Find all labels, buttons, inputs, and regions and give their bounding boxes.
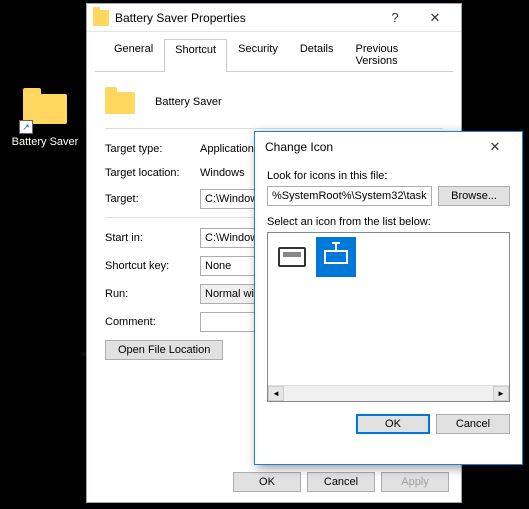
close-button[interactable]: ✕ bbox=[478, 134, 512, 160]
cancel-button[interactable]: Cancel bbox=[436, 414, 510, 434]
tab-details[interactable]: Details bbox=[289, 38, 345, 71]
ok-button[interactable]: OK bbox=[233, 472, 301, 492]
icon-option-tablet[interactable] bbox=[272, 237, 312, 277]
comment-label: Comment: bbox=[105, 316, 200, 328]
tab-previous-versions[interactable]: Previous Versions bbox=[344, 38, 445, 71]
help-button[interactable]: ? bbox=[375, 5, 415, 31]
tab-general[interactable]: General bbox=[103, 38, 164, 71]
horizontal-scrollbar[interactable]: ◄ ► bbox=[268, 385, 509, 401]
startin-label: Start in: bbox=[105, 232, 200, 244]
desktop-shortcut-label: Battery Saver bbox=[8, 136, 82, 148]
target-location-label: Target location: bbox=[105, 167, 200, 179]
shortcut-name: Battery Saver bbox=[155, 96, 222, 108]
shortcut-arrow-icon: ↗ bbox=[19, 120, 33, 134]
icon-list[interactable]: ◄ ► bbox=[267, 232, 510, 402]
window-icon bbox=[93, 10, 109, 26]
window-title: Battery Saver Properties bbox=[115, 11, 246, 25]
run-label: Run: bbox=[105, 288, 200, 300]
icon-file-input[interactable] bbox=[267, 186, 432, 206]
desktop-shortcut[interactable]: ↗ Battery Saver bbox=[8, 84, 82, 148]
lookfor-label: Look for icons in this file: bbox=[267, 170, 510, 182]
titlebar[interactable]: Battery Saver Properties ? ✕ bbox=[87, 4, 461, 32]
scroll-right-icon[interactable]: ► bbox=[493, 386, 509, 401]
shortcutkey-label: Shortcut key: bbox=[105, 260, 200, 272]
close-button[interactable]: ✕ bbox=[415, 5, 455, 31]
tab-shortcut[interactable]: Shortcut bbox=[164, 39, 227, 72]
folder-icon: ↗ bbox=[21, 84, 69, 132]
scroll-left-icon[interactable]: ◄ bbox=[268, 386, 284, 401]
titlebar[interactable]: Change Icon ✕ bbox=[255, 132, 522, 162]
target-label: Target: bbox=[105, 193, 200, 205]
select-label: Select an icon from the list below: bbox=[267, 216, 510, 228]
icon-option-battery-plug[interactable] bbox=[316, 237, 356, 277]
ok-button[interactable]: OK bbox=[356, 414, 430, 434]
dialog-title: Change Icon bbox=[265, 140, 333, 154]
folder-icon bbox=[105, 86, 137, 118]
battery-plug-icon bbox=[324, 250, 348, 264]
tablet-icon bbox=[278, 247, 306, 267]
cancel-button[interactable]: Cancel bbox=[307, 472, 375, 492]
browse-button[interactable]: Browse... bbox=[438, 186, 510, 206]
tabstrip: General Shortcut Security Details Previo… bbox=[95, 32, 453, 72]
change-icon-dialog: Change Icon ✕ Look for icons in this fil… bbox=[254, 131, 523, 465]
target-type-label: Target type: bbox=[105, 143, 200, 155]
open-file-location-button[interactable]: Open File Location bbox=[105, 340, 223, 360]
apply-button[interactable]: Apply bbox=[381, 472, 449, 492]
tab-security[interactable]: Security bbox=[227, 38, 289, 71]
